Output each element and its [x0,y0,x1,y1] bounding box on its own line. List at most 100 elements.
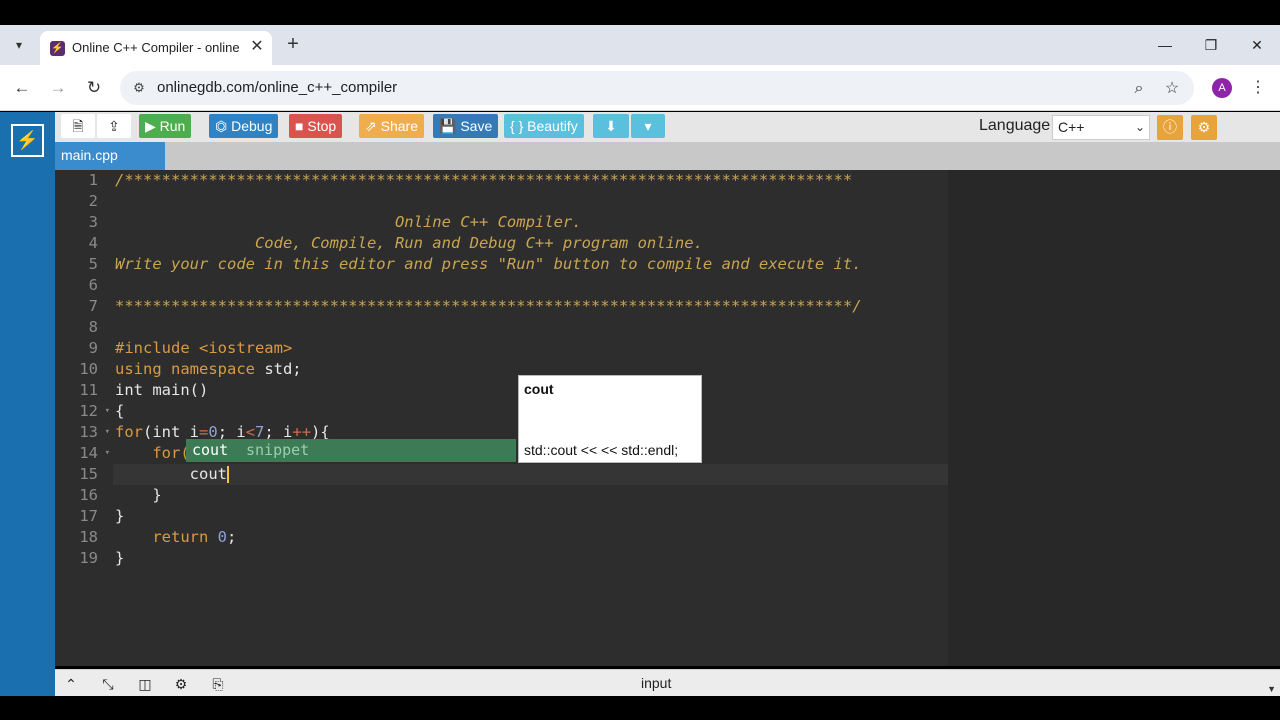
share-icon: ⇗ [365,118,381,134]
new-tab-icon[interactable]: + [282,33,304,55]
save-icon: 💾 [439,118,461,134]
code-line-11: int main() [115,381,209,399]
print-margin [948,170,1280,666]
collapse-icon[interactable]: ⤡ [98,674,118,694]
browser-tab-active[interactable]: ⚡ Online C++ Compiler - online e ✕ [40,31,272,65]
copy-icon[interactable]: ⎘ [208,674,228,694]
run-button[interactable]: ▶ Run [139,114,192,138]
chevron-down-icon: ⌄ [1134,120,1145,134]
browser-toolbar: ← → ↻ ⚙ onlinegdb.com/online_c++_compile… [0,65,1280,111]
text-cursor [226,466,229,483]
letterbox-bottom [0,696,1280,720]
tab-search-chevron-icon[interactable]: ▾ [8,34,30,56]
zoom-icon[interactable]: ⌕ [1128,78,1150,100]
line-number: 18 [79,528,98,546]
letterbox-top [0,0,1280,25]
window-close-icon[interactable]: ✕ [1242,33,1272,57]
forward-arrow-icon[interactable]: → [46,76,70,100]
stop-icon: ■ [295,118,308,134]
line-number: 9 [88,339,98,357]
address-bar[interactable]: ⚙ onlinegdb.com/online_c++_compiler ⌕ ☆ [120,71,1194,105]
code-line-1: /***************************************… [115,171,853,189]
code-line-17: } [115,507,125,525]
code-line-16: } [115,486,162,504]
info-icon[interactable]: ⓘ [1157,115,1183,140]
language-select[interactable]: C++ ⌄ [1052,115,1150,140]
include-header: <iostream> [189,339,293,357]
bottom-panel-bar: ⌃ ⤡ ◫ ⚙ ⎘ input ▼ [55,669,1280,696]
browser-menu-icon[interactable]: ⋮ [1250,76,1266,100]
language-label: Language [979,117,1051,134]
play-icon: ▶ [145,118,160,134]
line-number: 17 [79,507,98,525]
settings-gear-icon[interactable]: ⚙ [171,674,191,694]
autocomplete-popup[interactable]: cout snippet [186,439,516,462]
save-label: Save [460,118,493,134]
for-keyword: for( [115,444,190,462]
debug-button[interactable]: ⏣ Debug [209,114,279,138]
settings-gear-icon[interactable]: ⚙ [1191,115,1217,140]
download-dropdown-chevron-icon[interactable]: ▾ [631,114,665,138]
line-number: 8 [88,318,98,336]
layout-icon[interactable]: ◫ [135,674,155,694]
tab-close-icon[interactable]: ✕ [248,37,266,57]
line-gutter: 1 2 3 4 5 6 7 8 9 10 11 12 ▾ 13 ▾ 14 ▾ 15 16 17 18 19 [55,170,113,666]
reload-icon[interactable]: ↻ [82,76,106,100]
fold-toggle-icon[interactable]: ▾ [105,443,110,464]
semicolon: ; [227,528,237,546]
line-number: 7 [88,297,98,315]
tab-title: Online C++ Compiler - online e [72,40,240,55]
line-number: 15 [79,465,98,483]
for-keyword: for [115,423,143,441]
number-literal: 0 [208,528,227,546]
bookmark-star-icon[interactable]: ☆ [1161,78,1183,100]
line-number: 12 [79,402,98,420]
line-number: 11 [79,381,98,399]
chevron-up-icon[interactable]: ⌃ [61,674,81,694]
language-value: C++ [1058,119,1085,135]
namespace-name: std; [254,360,302,378]
favicon-icon: ⚡ [50,41,65,56]
autocomplete-item-meta: snippet [246,441,310,459]
line-number: 14 [79,444,98,462]
app-toolbar: 🗎 ⇪ ▶ Run ⏣ Debug ■ Stop ⇗ Share 💾 Save … [55,112,1280,142]
code-line-3: Online C++ Compiler. [115,213,582,231]
save-button[interactable]: 💾 Save [433,114,499,138]
download-icon[interactable]: ⬇ [593,114,629,138]
line-number: 10 [79,360,98,378]
line-number: 5 [88,255,98,273]
restore-icon[interactable]: ❐ [1196,33,1226,57]
minimize-icon[interactable]: — [1150,33,1180,57]
file-tab-main-cpp[interactable]: main.cpp [55,142,165,170]
fold-toggle-icon[interactable]: ▾ [105,401,110,422]
using-keyword: using namespace [115,360,255,378]
code-line-18: return 0; [115,527,236,548]
site-settings-icon[interactable]: ⚙ [130,79,148,97]
fold-toggle-icon[interactable]: ▾ [105,422,110,443]
code-line-12: { [115,402,125,420]
cout-text: cout [115,465,227,483]
new-file-icon[interactable]: 🗎 [61,114,95,138]
profile-avatar[interactable]: A [1212,78,1232,98]
return-keyword: return [115,528,209,546]
share-button[interactable]: ⇗ Share [359,114,424,138]
active-line-highlight [113,464,948,485]
code-line-5: Write your code in this editor and press… [115,255,862,273]
code-line-10: using namespace std; [115,359,302,380]
url-text: onlinegdb.com/online_c++_compiler [157,79,398,96]
stop-button[interactable]: ■ Stop [289,114,343,138]
autocomplete-doc-tooltip: cout std::cout << << std::endl; [518,375,702,463]
onlinegdb-logo-icon[interactable]: ⚡ [11,124,44,157]
input-panel-label[interactable]: input [641,675,671,691]
scroll-down-icon[interactable]: ▼ [1267,684,1276,694]
code-line-9: #include <iostream> [115,338,292,359]
beautify-button[interactable]: { } Beautify [504,114,584,138]
back-arrow-icon[interactable]: ← [10,76,34,100]
app-sidebar: ⚡ [0,112,55,696]
code-line-14: for( [115,443,190,464]
debug-label: Debug [231,118,273,134]
run-label: Run [159,118,186,134]
line-number: 6 [88,276,98,294]
upload-icon[interactable]: ⇪ [97,114,131,138]
autocomplete-item-cout[interactable]: cout [192,439,228,462]
